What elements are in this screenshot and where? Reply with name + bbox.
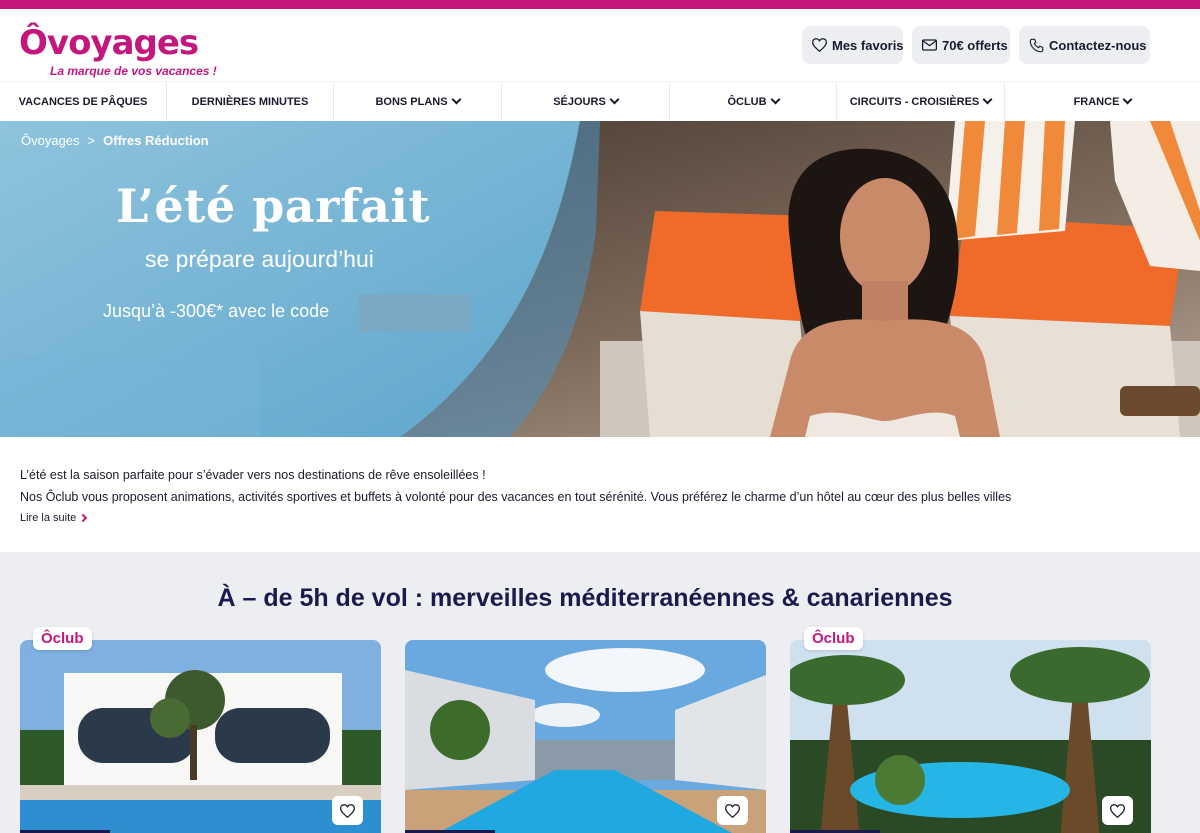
main-nav: VACANCES DE PÂQUES DERNIÈRES MINUTES BON… (0, 81, 1200, 121)
chevron-down-icon (982, 94, 993, 105)
chevron-down-icon (770, 94, 780, 105)
hero-title: L’été parfait (116, 179, 431, 233)
heart-icon (812, 38, 827, 52)
favorites-button[interactable]: Mes favoris (802, 26, 904, 64)
oclub-badge: Ôclub (804, 627, 863, 650)
hotel-image (20, 640, 381, 833)
nav-item-label: VACANCES DE PÂQUES (18, 95, 148, 108)
nav-item-label: ÔCLUB (727, 95, 767, 108)
mail-icon (922, 39, 937, 51)
hero-promo-text: Jusqu’à -300€* avec le code (103, 301, 330, 321)
nav-item-circuits-croisieres[interactable]: CIRCUITS - CROISIÈRES (837, 82, 1005, 121)
heart-icon (1110, 803, 1125, 818)
hero-subtitle: se prépare aujourd’hui (145, 246, 374, 272)
breadcrumb: Ôvoyages > Offres Réduction (21, 133, 209, 148)
read-more-label: Lire la suite (20, 512, 77, 524)
destination-card[interactable] (20, 640, 381, 833)
nav-item-label: DERNIÈRES MINUTES (191, 95, 309, 108)
nav-item-sejours[interactable]: SÉJOURS (502, 82, 670, 121)
nav-item-bons-plans[interactable]: BONS PLANS (334, 82, 502, 121)
breadcrumb-current: Offres Réduction (103, 133, 209, 148)
oclub-badge: Ôclub (33, 627, 92, 650)
hotel-image (790, 640, 1151, 833)
intro-line-1: L’été est la saison parfaite pour s’évad… (20, 468, 486, 482)
offer-button[interactable]: 70€ offerts (912, 26, 1010, 64)
hero-image (0, 121, 1200, 437)
heart-icon (340, 803, 355, 818)
nav-item-label: SÉJOURS (553, 95, 606, 108)
favorite-button[interactable] (332, 796, 363, 825)
read-more-link[interactable]: Lire la suite (20, 512, 88, 524)
hero-banner[interactable]: Ôvoyages > Offres Réduction L’été parfai… (0, 121, 1200, 437)
breadcrumb-separator: > (87, 133, 96, 148)
logo-tagline: La marque de vos vacances ! (50, 64, 217, 78)
intro-text: L’été est la saison parfaite pour s’évad… (0, 437, 1200, 552)
logo-wordmark: Ôvoyages (19, 23, 199, 63)
destination-card[interactable] (405, 640, 766, 833)
site-header: Ôvoyages La marque de vos vacances ! Mes… (0, 9, 1200, 81)
offer-label: 70€ offerts (942, 37, 1008, 53)
nav-item-dernieres-minutes[interactable]: DERNIÈRES MINUTES (167, 82, 334, 121)
top-accent-bar (0, 0, 1200, 9)
logo[interactable]: Ôvoyages La marque de vos vacances ! (19, 23, 217, 78)
nav-item-france[interactable]: FRANCE (1005, 82, 1200, 121)
contact-button[interactable]: Contactez-nous (1019, 26, 1150, 64)
destinations-section: À – de 5h de vol : merveilles méditerran… (0, 552, 1200, 833)
hotel-image (405, 640, 766, 833)
heart-icon (725, 803, 740, 818)
chevron-down-icon (609, 94, 620, 105)
phone-icon (1029, 38, 1044, 52)
favorites-label: Mes favoris (832, 37, 904, 53)
favorite-button[interactable] (717, 796, 748, 825)
chevron-right-icon (79, 513, 88, 523)
nav-item-label: BONS PLANS (375, 95, 448, 108)
contact-label: Contactez-nous (1049, 37, 1147, 53)
section-title: À – de 5h de vol : merveilles méditerran… (217, 584, 953, 612)
nav-item-label: CIRCUITS - CROISIÈRES (849, 95, 980, 108)
chevron-down-icon (451, 94, 462, 105)
intro-line-2: Nos Ôclub vous proposent animations, act… (20, 490, 1012, 504)
promo-code-box (359, 294, 471, 332)
nav-item-oclub[interactable]: ÔCLUB (670, 82, 837, 121)
nav-item-vacances-paques[interactable]: VACANCES DE PÂQUES (0, 82, 167, 121)
nav-item-label: FRANCE (1073, 95, 1120, 108)
chevron-down-icon (1122, 94, 1133, 105)
breadcrumb-home-link[interactable]: Ôvoyages (21, 133, 80, 148)
favorite-button[interactable] (1102, 796, 1133, 825)
destination-card[interactable] (790, 640, 1151, 833)
